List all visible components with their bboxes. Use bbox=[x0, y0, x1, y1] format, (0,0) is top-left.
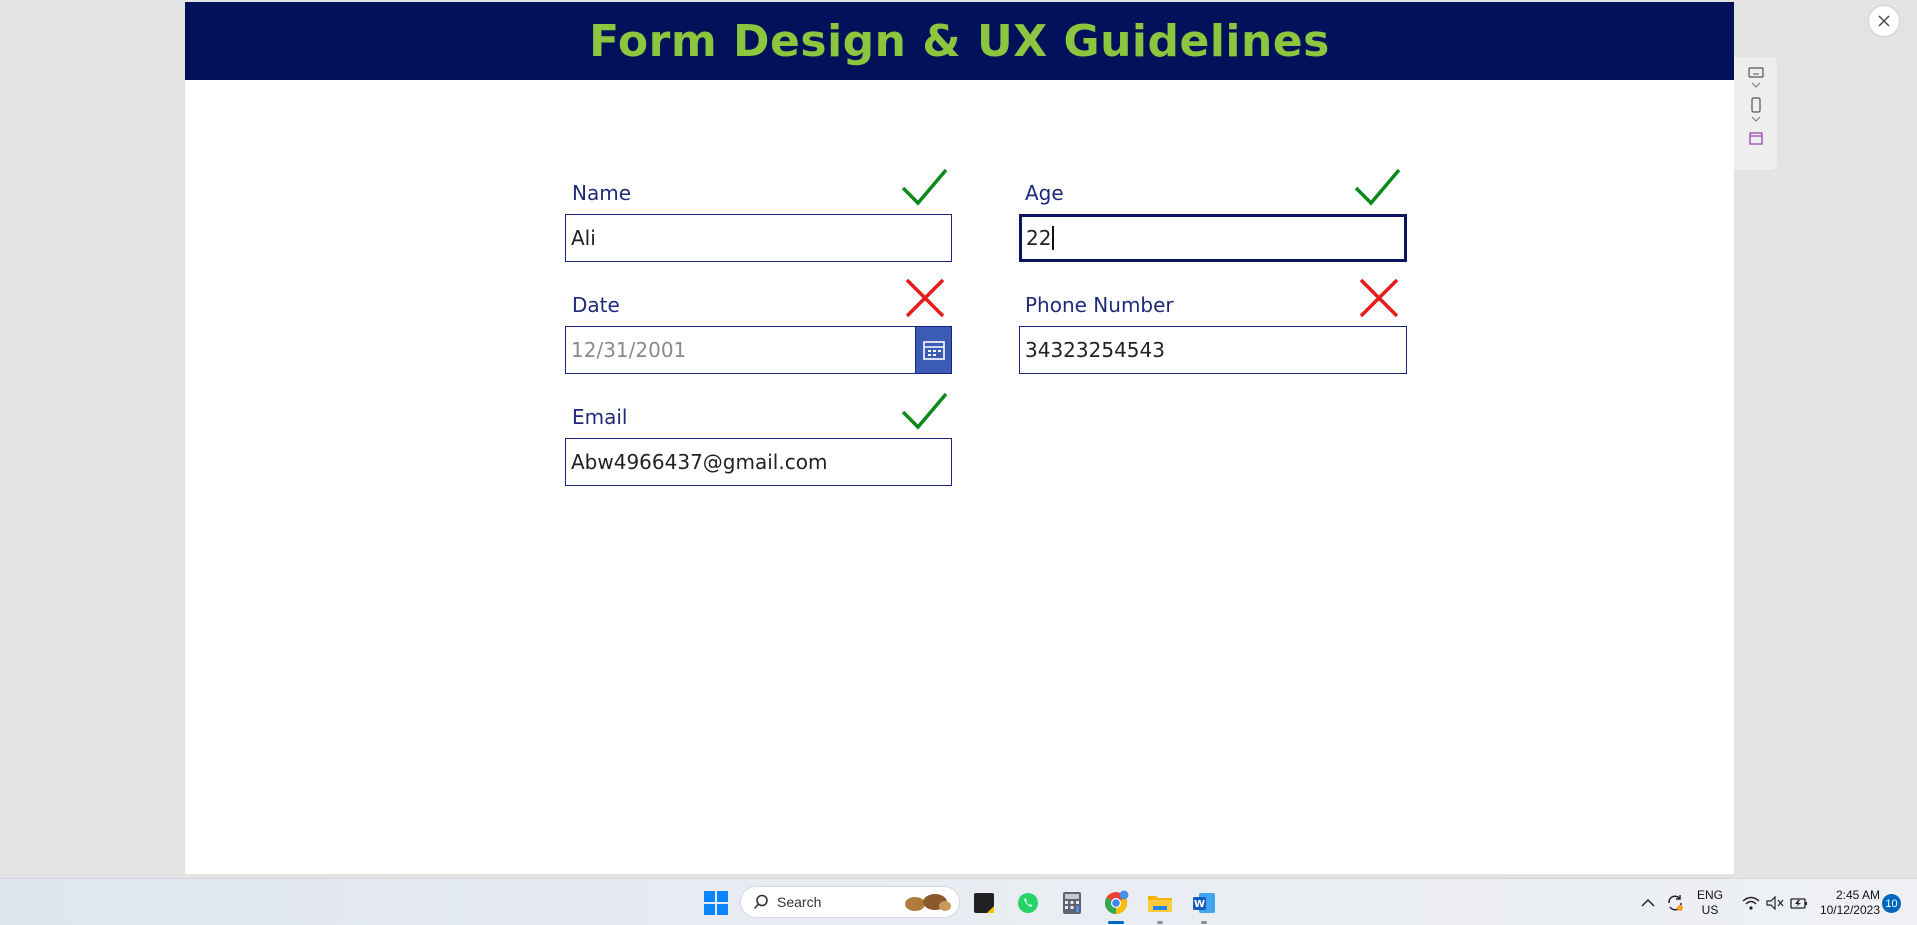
name-value: Ali bbox=[571, 226, 596, 250]
chevron-up-icon bbox=[1641, 899, 1655, 907]
phone-input[interactable]: 34323254543 bbox=[1019, 326, 1407, 374]
chrome-active-indicator bbox=[1108, 921, 1124, 924]
chevron-down-icon[interactable] bbox=[1751, 82, 1761, 88]
sync-status-button[interactable] bbox=[1662, 887, 1688, 919]
word-icon: W bbox=[1193, 893, 1215, 913]
windows-start-icon bbox=[704, 891, 728, 915]
language-indicator[interactable]: ENG US bbox=[1693, 888, 1727, 918]
calendar-button[interactable] bbox=[915, 326, 952, 374]
side-toolbar bbox=[1734, 57, 1777, 170]
sticky-notes-app[interactable] bbox=[968, 887, 1000, 919]
age-value: 22 bbox=[1026, 226, 1052, 250]
date-placeholder: 12/31/2001 bbox=[571, 338, 687, 362]
file-explorer-app[interactable] bbox=[1144, 887, 1176, 919]
speaker-muted-icon bbox=[1766, 896, 1784, 910]
email-label: Email bbox=[572, 405, 628, 429]
date-picker[interactable]: 12/31/2001 bbox=[565, 326, 952, 374]
calculator-icon bbox=[1063, 892, 1081, 914]
name-label: Name bbox=[572, 181, 632, 205]
check-icon bbox=[1354, 168, 1401, 206]
battery-icon bbox=[1790, 898, 1807, 909]
whatsapp-icon bbox=[1018, 893, 1038, 913]
close-icon bbox=[1878, 15, 1890, 27]
cross-icon bbox=[1359, 278, 1399, 318]
app-canvas: Form Design & UX Guidelines Name Ali Age… bbox=[185, 2, 1734, 874]
language-code: ENG bbox=[1696, 888, 1723, 902]
clock-time: 2:45 AM bbox=[1835, 888, 1880, 902]
email-input[interactable]: Abw4966437@gmail.com bbox=[565, 438, 952, 486]
calculator-app[interactable] bbox=[1056, 887, 1088, 919]
check-icon bbox=[901, 392, 948, 430]
taskbar-search[interactable]: Search bbox=[740, 886, 960, 918]
check-icon bbox=[901, 168, 948, 206]
calendar-small-icon[interactable] bbox=[1748, 131, 1763, 145]
app-header: Form Design & UX Guidelines bbox=[185, 2, 1734, 80]
file-explorer-icon bbox=[1148, 896, 1172, 912]
page-title: Form Design & UX Guidelines bbox=[589, 15, 1330, 67]
calendar-icon bbox=[922, 341, 945, 360]
text-caret bbox=[1052, 226, 1054, 250]
sync-icon bbox=[1668, 895, 1683, 911]
cross-icon bbox=[905, 278, 945, 318]
name-input[interactable]: Ali bbox=[565, 214, 952, 262]
explorer-running-indicator bbox=[1157, 921, 1163, 924]
phone-value: 34323254543 bbox=[1025, 338, 1165, 362]
age-input[interactable]: 22 bbox=[1019, 214, 1407, 262]
chrome-app[interactable] bbox=[1100, 887, 1132, 919]
tray-overflow-button[interactable] bbox=[1636, 887, 1660, 919]
word-running-indicator bbox=[1201, 921, 1207, 924]
svg-text:W: W bbox=[1194, 899, 1205, 910]
close-button[interactable] bbox=[1869, 6, 1899, 36]
search-highlight-icon bbox=[905, 894, 951, 911]
date-label: Date bbox=[572, 293, 620, 317]
start-button[interactable] bbox=[700, 887, 732, 919]
phone-device-icon[interactable] bbox=[1750, 97, 1762, 113]
screen-icon[interactable] bbox=[1747, 67, 1764, 79]
email-value: Abw4966437@gmail.com bbox=[571, 450, 828, 474]
search-icon bbox=[753, 894, 768, 910]
whatsapp-app[interactable] bbox=[1012, 887, 1044, 919]
chevron-down-icon[interactable] bbox=[1751, 116, 1761, 122]
taskbar: Search W ENG US 2:45 AM 10/12/2023 10 bbox=[0, 878, 1917, 925]
phone-label: Phone Number bbox=[1025, 293, 1174, 317]
word-app[interactable]: W bbox=[1188, 887, 1220, 919]
region-code: US bbox=[1701, 903, 1719, 917]
quick-settings-button[interactable] bbox=[1736, 887, 1814, 919]
clock-date: 10/12/2023 bbox=[1819, 903, 1880, 917]
search-label: Search bbox=[777, 894, 822, 910]
chrome-icon bbox=[1105, 890, 1129, 914]
sticky-notes-icon bbox=[974, 893, 994, 913]
clock[interactable]: 2:45 AM 10/12/2023 bbox=[1812, 888, 1880, 918]
wifi-icon bbox=[1742, 896, 1760, 910]
age-label: Age bbox=[1025, 181, 1064, 205]
notification-badge[interactable]: 10 bbox=[1882, 894, 1901, 913]
